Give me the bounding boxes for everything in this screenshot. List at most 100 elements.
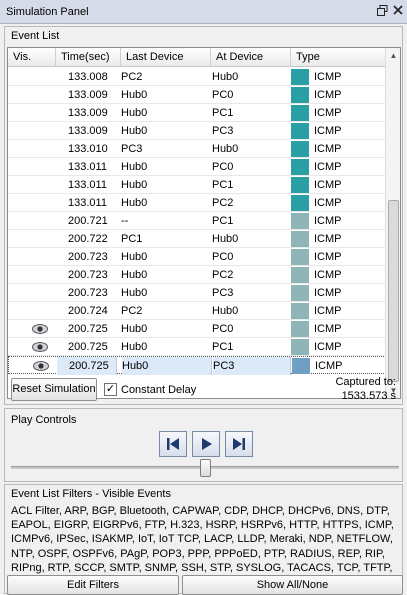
step-back-button[interactable] [159,431,187,457]
type-cell: ICMP [291,248,386,266]
column-header-type[interactable]: Type [291,48,386,67]
vis-cell[interactable] [8,320,52,338]
column-header-last-device[interactable]: Last Device [121,48,211,67]
packet-color-swatch [291,267,309,283]
column-header-time[interactable]: Time(sec) [56,48,121,67]
type-cell: ICMP [291,68,386,86]
event-rows: 133.008 PC2 Hub0 ICMP 133.009 Hub0 PC0 ICMP 133.… [8,68,387,375]
type-label: ICMP [314,143,342,155]
packet-color-swatch [291,231,309,247]
vis-cell[interactable] [8,302,52,320]
table-row[interactable]: 200.725 Hub0 PC0 ICMP [8,320,386,338]
vis-cell[interactable] [8,248,52,266]
restore-icon[interactable] [376,5,389,18]
time-cell: 200.722 [68,233,108,245]
table-row[interactable]: 133.011 Hub0 PC1 ICMP [8,176,386,194]
column-header-at-device[interactable]: At Device [211,48,291,67]
type-cell: ICMP [291,266,386,284]
play-icon [202,438,212,450]
vis-cell[interactable] [8,104,52,122]
type-label: ICMP [314,89,342,101]
vis-cell[interactable] [8,338,52,356]
vis-cell[interactable] [8,68,52,86]
time-cell: 200.725 [57,357,117,375]
event-list-panel: Event List Vis. Time(sec) Last Device At… [4,26,403,405]
vis-cell[interactable] [8,140,52,158]
type-cell: ICMP [292,357,387,375]
show-all-none-button[interactable]: Show All/None [182,575,403,595]
table-row[interactable]: 200.723 Hub0 PC0 ICMP [8,248,386,266]
type-cell: ICMP [291,320,386,338]
last-device-cell: Hub0 [121,179,148,191]
event-list-scrollbar[interactable]: ▲ ▼ [385,48,400,398]
table-row[interactable]: 200.723 Hub0 PC3 ICMP [8,284,386,302]
type-cell: ICMP [291,86,386,104]
time-cell: 133.009 [68,89,108,101]
vis-cell[interactable] [8,266,52,284]
at-device-cell: PC3 [213,357,291,375]
table-row[interactable]: 200.722 PC1 Hub0 ICMP [8,230,386,248]
at-device-cell: PC0 [212,251,234,263]
time-cell: 200.723 [68,287,108,299]
table-row[interactable]: 133.010 PC3 Hub0 ICMP [8,140,386,158]
last-device-cell: Hub0 [122,357,212,375]
step-forward-button[interactable] [225,431,253,457]
checkmark-icon: ✓ [105,383,116,395]
vis-cell[interactable] [8,230,52,248]
time-cell: 200.723 [68,269,108,281]
at-device-cell: PC0 [212,323,234,335]
vis-cell[interactable] [8,122,52,140]
table-row[interactable]: 200.725 Hub0 PC3 ICMP [8,356,387,375]
constant-delay-checkbox[interactable]: ✓ [104,383,117,396]
table-row[interactable]: 133.009 Hub0 PC3 ICMP [8,122,386,140]
scroll-up-icon[interactable]: ▲ [386,48,400,63]
table-row[interactable]: 133.009 Hub0 PC1 ICMP [8,104,386,122]
at-device-cell: PC1 [212,107,234,119]
reset-simulation-button[interactable]: Reset Simulation [11,378,97,401]
vis-cell[interactable] [8,284,52,302]
table-row[interactable]: 133.011 Hub0 PC2 ICMP [8,194,386,212]
table-row[interactable]: 133.011 Hub0 PC0 ICMP [8,158,386,176]
table-row[interactable]: 200.724 PC2 Hub0 ICMP [8,302,386,320]
time-cell: 133.010 [68,143,108,155]
table-row[interactable]: 200.723 Hub0 PC2 ICMP [8,266,386,284]
at-device-cell: PC3 [212,287,234,299]
type-label: ICMP [314,71,342,83]
packet-color-swatch [291,339,309,355]
scrollbar-thumb[interactable] [388,200,399,382]
play-speed-slider-thumb[interactable] [200,459,211,477]
time-cell: 133.008 [68,71,108,83]
type-label: ICMP [314,179,342,191]
table-row[interactable]: 200.725 Hub0 PC1 ICMP [8,338,386,356]
vis-cell[interactable] [8,176,52,194]
vis-cell[interactable] [8,194,52,212]
packet-color-swatch [291,195,309,211]
time-cell: 133.011 [68,197,107,209]
type-cell: ICMP [291,158,386,176]
table-row[interactable]: 133.009 Hub0 PC0 ICMP [8,86,386,104]
event-list-label: Event List [11,30,60,42]
packet-color-swatch [291,105,309,121]
eye-icon [33,361,49,371]
close-icon[interactable] [391,5,404,18]
column-header-vis[interactable]: Vis. [8,48,56,67]
at-device-cell: PC0 [212,161,234,173]
time-cell: 133.011 [68,179,107,191]
vis-cell[interactable] [8,158,52,176]
vis-cell[interactable] [9,357,53,375]
event-table[interactable]: Vis. Time(sec) Last Device At Device Typ… [7,47,401,399]
play-button[interactable] [192,431,220,457]
at-device-cell: Hub0 [212,233,239,245]
time-cell: 133.009 [68,107,108,119]
last-device-cell: Hub0 [121,251,148,263]
edit-filters-button[interactable]: Edit Filters [7,575,179,595]
vis-cell[interactable] [8,86,52,104]
table-row[interactable]: 133.008 PC2 Hub0 ICMP [8,68,386,86]
at-device-cell: PC1 [212,341,234,353]
at-device-cell: Hub0 [212,305,239,317]
type-label: ICMP [314,233,342,245]
vis-cell[interactable] [8,212,52,230]
table-row[interactable]: 200.721 -- PC1 ICMP [8,212,386,230]
type-cell: ICMP [291,302,386,320]
at-device-cell: PC2 [212,269,234,281]
